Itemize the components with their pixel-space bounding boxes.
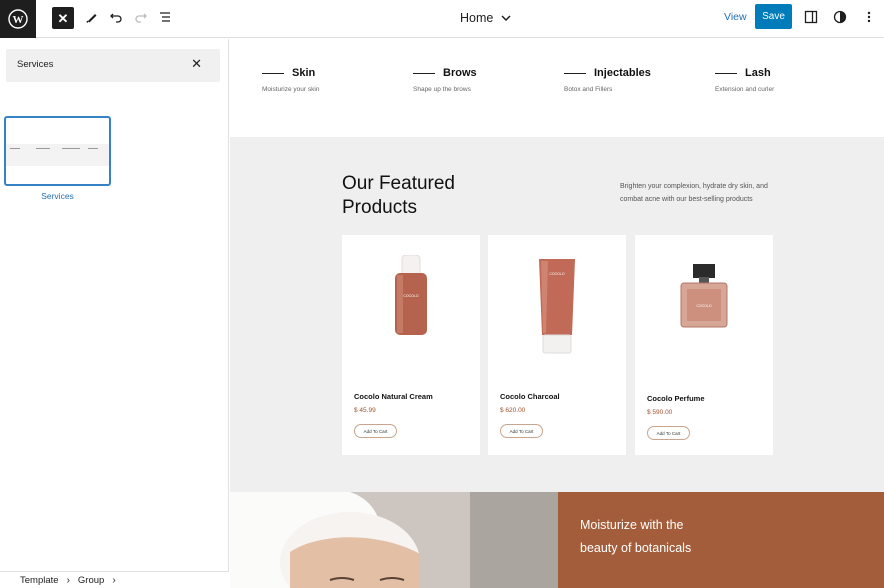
pen-icon[interactable] xyxy=(81,6,103,28)
hero-photo xyxy=(230,492,558,588)
product-image: COCOLO xyxy=(539,259,575,354)
pattern-search-input[interactable]: Services ✕ xyxy=(6,49,220,82)
service-desc: Botox and Fillers xyxy=(564,86,613,93)
services-section[interactable]: Skin Moisturize your skin Brows Shape up… xyxy=(230,39,884,137)
pattern-inserter-sidebar: Services ✕ Services Template › Group › xyxy=(0,39,229,588)
product-card[interactable]: COCOLO Cocolo Charcoal $ 620.00 Add To C… xyxy=(488,235,626,455)
hero-text-panel: Moisturize with the beauty of botanicals xyxy=(558,492,884,588)
thumb-line xyxy=(10,148,20,149)
product-name[interactable]: Cocolo Charcoal xyxy=(500,392,560,401)
add-to-cart-button[interactable]: Add To Cart xyxy=(354,424,397,438)
service-item[interactable]: Skin Moisturize your skin xyxy=(262,67,392,95)
product-name[interactable]: Cocolo Perfume xyxy=(647,394,705,403)
site-editor: W ✕ Home View Save Services ✕ Services T… xyxy=(0,0,884,588)
undo-icon[interactable] xyxy=(105,6,127,28)
save-button[interactable]: Save xyxy=(755,4,792,29)
thumb-line xyxy=(62,148,80,149)
clear-search-icon[interactable]: ✕ xyxy=(191,56,202,72)
featured-heading[interactable]: Our Featured Products xyxy=(342,172,492,220)
divider xyxy=(715,72,737,74)
divider xyxy=(564,72,586,74)
svg-text:COCOLO: COCOLO xyxy=(403,294,418,298)
chevron-down-icon xyxy=(501,15,511,22)
service-title: Lash xyxy=(745,67,771,79)
service-item[interactable]: Lash Extension and curler xyxy=(715,67,845,95)
product-card[interactable]: COCOLO Cocolo Perfume $ 590.00 Add To Ca… xyxy=(635,235,773,455)
service-desc: Shape up the brows xyxy=(413,86,471,93)
document-title-label: Home xyxy=(460,11,494,25)
service-desc: Moisturize your skin xyxy=(262,86,320,93)
product-name[interactable]: Cocolo Natural Cream xyxy=(354,392,433,401)
more-options-icon[interactable] xyxy=(858,6,880,28)
editor-toolbar: W ✕ Home View Save xyxy=(0,0,884,38)
add-to-cart-button[interactable]: Add To Cart xyxy=(500,424,543,438)
svg-text:COCOLO: COCOLO xyxy=(696,304,711,308)
breadcrumb: Template › Group › xyxy=(0,571,229,588)
product-card[interactable]: COCOLO Cocolo Natural Cream $ 45.99 Add … xyxy=(342,235,480,455)
search-value: Services xyxy=(17,59,54,70)
sidebar-toggle-icon[interactable] xyxy=(800,6,822,28)
hero-heading-line[interactable]: Moisturize with the xyxy=(580,518,684,532)
list-view-icon[interactable] xyxy=(154,6,176,28)
service-title: Skin xyxy=(292,67,316,79)
service-item[interactable]: Injectables Botox and Fillers xyxy=(564,67,694,95)
divider xyxy=(262,72,284,74)
pattern-label[interactable]: Services xyxy=(4,191,111,201)
editor-canvas[interactable]: Skin Moisturize your skin Brows Shape up… xyxy=(230,39,884,588)
breadcrumb-template[interactable]: Template xyxy=(20,575,59,586)
featured-description[interactable]: Brighten your complexion, hydrate dry sk… xyxy=(620,180,780,206)
thumb-line xyxy=(88,148,98,149)
thumb-line xyxy=(36,148,50,149)
featured-products-section[interactable]: Our Featured Products Brighten your comp… xyxy=(230,137,884,492)
product-image: COCOLO xyxy=(395,255,427,335)
chevron-right-icon: › xyxy=(66,574,70,586)
chevron-right-icon: › xyxy=(112,574,116,586)
service-title: Injectables xyxy=(594,67,651,79)
product-price: $ 45.99 xyxy=(354,407,376,414)
hero-banner[interactable]: Moisturize with the beauty of botanicals xyxy=(230,492,884,588)
view-link[interactable]: View xyxy=(724,11,747,23)
product-price: $ 620.00 xyxy=(500,407,526,414)
hero-heading-line[interactable]: beauty of botanicals xyxy=(580,541,691,555)
service-desc: Extension and curler xyxy=(715,86,775,93)
svg-text:W: W xyxy=(13,14,24,26)
service-item[interactable]: Brows Shape up the brows xyxy=(413,67,543,95)
product-image: COCOLO xyxy=(680,264,728,328)
svg-text:COCOLO: COCOLO xyxy=(549,272,564,276)
close-icon[interactable]: ✕ xyxy=(52,7,74,29)
styles-icon[interactable] xyxy=(829,6,851,28)
wordpress-logo-icon[interactable]: W xyxy=(0,0,36,38)
product-price: $ 590.00 xyxy=(647,409,673,416)
pattern-preview-services[interactable] xyxy=(4,116,111,186)
add-to-cart-button[interactable]: Add To Cart xyxy=(647,426,690,440)
redo-icon[interactable] xyxy=(130,6,152,28)
breadcrumb-group[interactable]: Group xyxy=(78,575,104,586)
document-title[interactable]: Home xyxy=(460,9,511,27)
divider xyxy=(413,72,435,74)
service-title: Brows xyxy=(443,67,477,79)
